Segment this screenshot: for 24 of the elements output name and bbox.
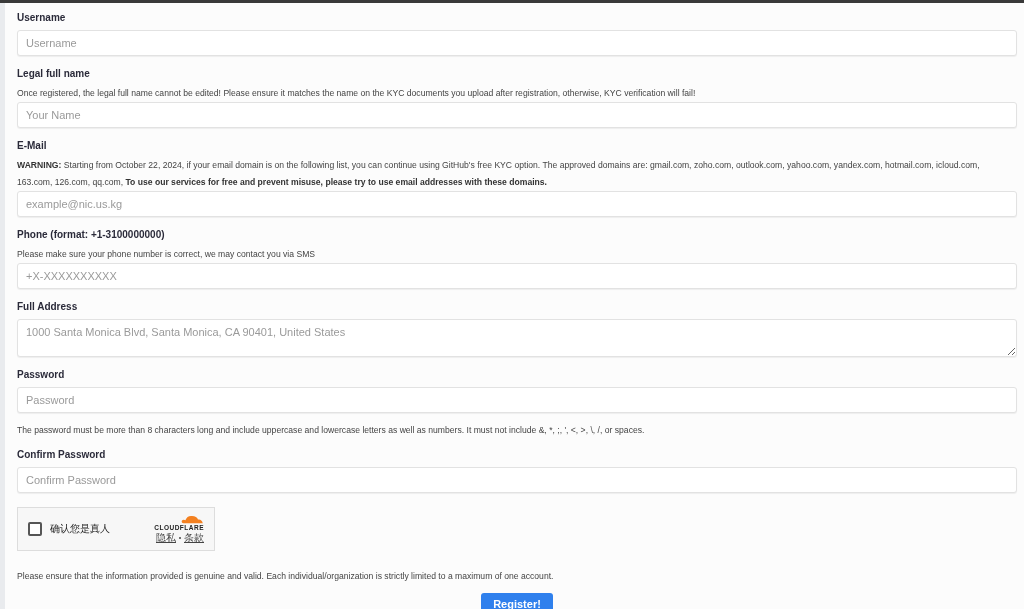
address-field[interactable]: 1000 Santa Monica Blvd, Santa Monica, CA 90401, United States [17,319,1017,357]
field-label: Phone (format: +1-3100000000) [17,228,166,242]
input-field[interactable]: Password [17,387,1017,413]
field-label: E-Mail [17,139,48,153]
help-text: Once registered, the legal full name cannot be edited! Please ensure it matches the name on the KYC documents you upload after registration, otherwise, KYC verification will fail! [17,87,697,100]
privacy-link[interactable]: 隐私 [156,530,176,545]
input-field[interactable]: Confirm Password [17,467,1017,493]
field-label: Full Address [17,300,79,314]
terms-link[interactable]: 条款 [184,530,204,545]
field-label: Password [17,368,66,382]
cloud-icon [180,513,204,524]
input-field[interactable]: +X-XXXXXXXXXX [17,263,1017,289]
input-field[interactable]: Username [17,30,1017,56]
help-text: The password must be more than 8 characters long and include uppercase and lowercase letters as well as numbers. It must not include &, *, ;, ', <, >, \, /, or spaces. [17,424,646,437]
input-field[interactable]: Your Name [17,102,1017,128]
field-label: Legal full name [17,67,91,81]
captcha-label: 确认您是真人 [50,522,111,536]
field-label: Username [17,11,67,25]
help-text: WARNING: Starting from October 22, 2024, if your email domain is on the following list, you can continue using GitHub's free KYC option. The approved domains are: gmail.com, zoho.com, outlook.com, yahoo.com, yandex.com, hotmail.com, icloud.com, 163.com, 126.com, qq.com, To use our services for free and prevent misuse, please try to use email addresses with these domains. [17,159,981,189]
footer-note: Please ensure that the information provided is genuine and valid. Each individual/organization is strictly limited to a maximum of one account. [17,571,555,581]
field-label: Confirm Password [17,448,107,462]
captcha-checkbox[interactable] [28,522,42,536]
input-field[interactable]: example@nic.us.kg [17,191,1017,217]
help-text: Please make sure your phone number is correct, we may contact you via SMS [17,248,317,261]
